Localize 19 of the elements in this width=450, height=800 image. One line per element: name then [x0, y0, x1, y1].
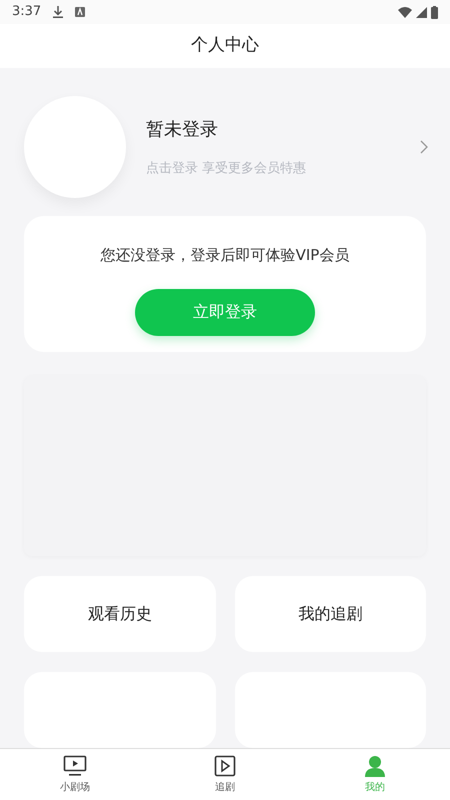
play-icon — [214, 754, 236, 776]
nav-tab[interactable]: 小剧场 — [0, 749, 150, 800]
shortcut-card[interactable]: 我的追剧 — [234, 576, 426, 652]
login-hint: 点击登录 享受更多会员特惠 — [146, 160, 308, 178]
tv-icon — [63, 754, 87, 776]
page-title: 个人中心 — [191, 34, 259, 58]
login-message: 您还没登录，登录后即可体验VIP会员 — [100, 245, 350, 266]
download-icon — [53, 6, 64, 18]
person-icon — [364, 754, 386, 776]
chevron-right-icon — [420, 140, 428, 154]
profile-row[interactable]: 暂未登录 点击登录 享受更多会员特惠 — [24, 96, 426, 198]
shortcut-card[interactable]: 观看历史 — [24, 576, 216, 652]
battery-icon — [431, 6, 438, 18]
nav-tab[interactable]: 追剧 — [150, 749, 300, 800]
signal-icon — [416, 6, 427, 18]
status-time: 3:37 — [12, 3, 42, 22]
app-notification-icon — [75, 7, 86, 17]
user-name: 暂未登录 — [146, 118, 219, 142]
wifi-icon — [398, 6, 412, 18]
